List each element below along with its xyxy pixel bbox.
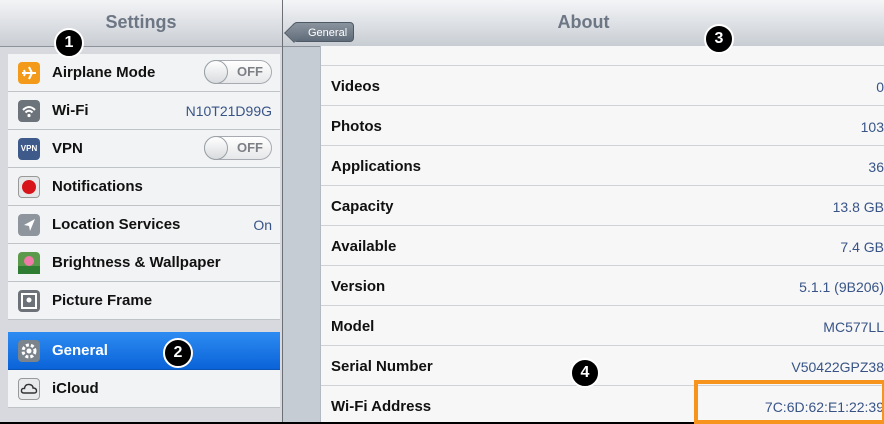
sidebar-item-vpn[interactable]: VPN VPN OFF (8, 130, 280, 168)
table-row: Model MC577LL (321, 306, 884, 346)
row-key: Capacity (331, 198, 394, 215)
callout-badge-4: 4 (570, 358, 600, 388)
sidebar-item-label: Notifications (52, 178, 143, 195)
table-row: Version 5.1.1 (9B206) (321, 266, 884, 306)
sidebar-item-icloud[interactable]: iCloud (8, 370, 280, 408)
table-row[interactable]: Applications 36 (321, 146, 884, 186)
sidebar-item-label: iCloud (52, 380, 99, 397)
vpn-icon: VPN (18, 138, 40, 160)
row-key: Applications (331, 158, 422, 175)
cloud-icon (18, 378, 40, 400)
sidebar-item-brightness-wallpaper[interactable]: Brightness & Wallpaper (8, 244, 280, 282)
toggle-state: OFF (237, 64, 263, 79)
page-title: About (557, 12, 610, 32)
picture-frame-icon (18, 290, 40, 312)
row-value: 5.1.1 (9B206) (799, 279, 884, 295)
gear-icon (18, 340, 40, 362)
table-row: Available 7.4 GB (321, 226, 884, 266)
sidebar-item-location-services[interactable]: Location Services On (8, 206, 280, 244)
sidebar-title: Settings (105, 12, 177, 32)
row-key: Available (331, 238, 397, 255)
row-value: 103 (860, 119, 884, 135)
partial-top-row (321, 46, 884, 66)
table-row: Videos 0 (321, 66, 884, 106)
airplane-mode-toggle[interactable]: OFF (204, 60, 272, 84)
settings-sidebar: Settings Airplane Mode OFF Wi-Fi N10T21D… (0, 0, 283, 422)
wifi-icon (18, 100, 40, 122)
row-key: Photos (331, 118, 382, 135)
callout-badge-2: 2 (163, 338, 193, 368)
callout-badge-3: 3 (704, 24, 734, 54)
row-value: 0 (876, 79, 884, 95)
sidebar-item-general[interactable]: General (8, 332, 280, 370)
row-value: 13.8 GB (832, 199, 884, 215)
sidebar-navigation-bar: Settings (0, 0, 282, 47)
callout-badge-1: 1 (54, 28, 84, 58)
toggle-knob (204, 136, 228, 160)
main-navigation-bar: General About (283, 0, 884, 47)
airplane-icon (18, 62, 40, 84)
wifi-network-value: N10T21D99G (185, 103, 272, 119)
row-value: 7.4 GB (840, 239, 884, 255)
sidebar-item-label: Brightness & Wallpaper (52, 254, 221, 271)
row-value: V50422GPZ38 (791, 359, 884, 375)
row-key: Model (331, 318, 375, 335)
notifications-icon (18, 176, 40, 198)
table-row: Capacity 13.8 GB (321, 186, 884, 226)
sidebar-item-airplane-mode[interactable]: Airplane Mode OFF (8, 54, 280, 92)
row-key: Videos (331, 78, 380, 95)
location-services-value: On (253, 217, 272, 233)
toggle-state: OFF (237, 140, 263, 155)
sidebar-item-label: General (52, 342, 108, 359)
sidebar-item-wifi[interactable]: Wi-Fi N10T21D99G (8, 92, 280, 130)
about-info-table: Videos 0 Photos 103 Applications 36 Capa… (320, 46, 884, 422)
wifi-address-highlight-box (694, 380, 884, 424)
sidebar-item-label: Location Services (52, 216, 181, 233)
row-key: Version (331, 278, 386, 295)
row-key: Wi-Fi Address (331, 398, 432, 415)
table-row: Photos 103 (321, 106, 884, 146)
sidebar-item-label: Wi-Fi (52, 102, 89, 119)
sidebar-item-picture-frame[interactable]: Picture Frame (8, 282, 280, 320)
sidebar-item-label: Picture Frame (52, 292, 153, 309)
sidebar-item-label: Airplane Mode (52, 64, 156, 81)
vpn-toggle[interactable]: OFF (204, 136, 272, 160)
location-icon (18, 214, 40, 236)
sidebar-item-notifications[interactable]: Notifications (8, 168, 280, 206)
row-value: MC577LL (823, 319, 884, 335)
row-value: 36 (868, 159, 884, 175)
sidebar-item-label: VPN (52, 140, 83, 157)
toggle-knob (204, 60, 228, 84)
wallpaper-icon (18, 252, 40, 274)
row-key: Serial Number (331, 358, 433, 375)
